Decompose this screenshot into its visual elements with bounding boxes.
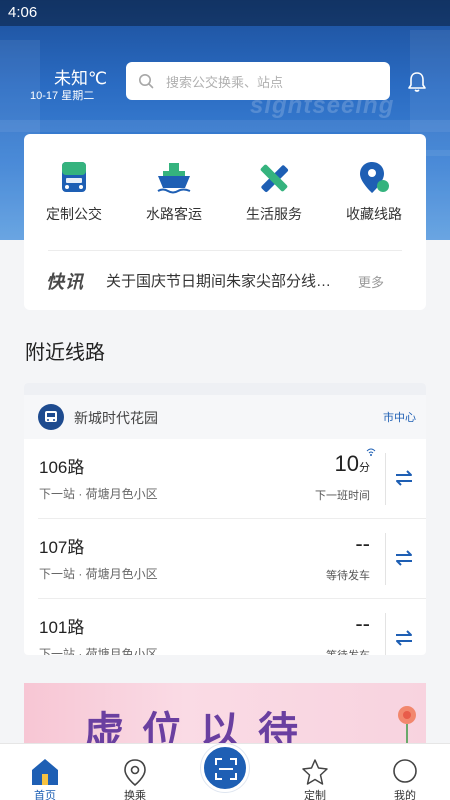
stop-name: 新城时代花园 <box>74 410 158 426</box>
tab-label: 首页 <box>34 790 56 800</box>
scan-button[interactable] <box>201 744 249 792</box>
swap-direction-icon[interactable] <box>394 467 414 489</box>
route-row[interactable]: 107路 下一站 · 荷塘月色小区 -- 等待发车 <box>24 519 426 599</box>
weather-temperature: 未知℃ <box>54 69 108 88</box>
route-arrival-unit: 分 <box>359 462 370 474</box>
route-status: 下一班时间 <box>315 490 370 502</box>
map-pin-icon <box>124 759 146 786</box>
nearby-routes-panel: 新城时代花园 市中心 106路 下一站 · 荷塘月色小区 10分 下一班时间 1… <box>24 383 426 655</box>
tab-transfer[interactable]: 换乘 <box>100 744 170 800</box>
card-divider <box>48 250 402 251</box>
stop-region: 市中心 <box>383 412 416 424</box>
quick-action-life-services[interactable]: 生活服务 <box>224 160 324 224</box>
quick-action-water-transport[interactable]: 水路客运 <box>124 160 224 224</box>
notification-bell-icon[interactable] <box>405 70 429 94</box>
status-bar: 4:06 <box>0 0 450 26</box>
news-badge: 快讯 <box>46 272 84 292</box>
route-row[interactable]: 106路 下一站 · 荷塘月色小区 10分 下一班时间 <box>24 439 426 519</box>
tab-custom[interactable]: 定制 <box>280 744 350 800</box>
quick-action-custom-bus[interactable]: 定制公交 <box>24 160 124 224</box>
tab-home[interactable]: 首页 <box>10 744 80 800</box>
route-arrival-value: -- <box>355 611 370 636</box>
route-arrival-value: 10 <box>334 451 359 476</box>
route-next-stop: 下一站 · 荷塘月色小区 <box>39 487 158 501</box>
route-arrival: -- <box>355 531 370 557</box>
quick-action-favorite-routes[interactable]: 收藏线路 <box>324 160 424 224</box>
nearby-routes-title: 附近线路 <box>25 342 105 364</box>
news-more-link[interactable]: 更多 <box>358 272 384 291</box>
route-name: 106路 <box>39 458 85 477</box>
home-icon <box>32 759 58 785</box>
quick-action-label: 生活服务 <box>246 206 302 222</box>
promo-banner[interactable]: 虚位以待 <box>24 683 426 743</box>
quick-action-label: 定制公交 <box>46 206 102 222</box>
tab-label: 定制 <box>304 790 326 800</box>
route-name: 107路 <box>39 538 85 557</box>
flower-icon <box>398 706 416 743</box>
tab-label: 我的 <box>394 790 416 800</box>
star-icon <box>302 759 328 785</box>
weather-date: 10-17 星期二 <box>30 90 95 102</box>
location-pin-icon <box>360 162 389 193</box>
swap-direction-icon[interactable] <box>394 627 414 649</box>
bus-icon <box>62 162 86 192</box>
route-arrival-value: -- <box>355 531 370 556</box>
bus-stop-icon <box>38 404 64 430</box>
route-row[interactable]: 101路 下一站 · 荷塘月色小区 -- 等待发车 <box>24 599 426 655</box>
search-placeholder: 搜索公交换乘、站点 <box>166 75 284 90</box>
user-icon <box>393 759 417 783</box>
search-icon <box>139 74 154 89</box>
route-next-stop: 下一站 · 荷塘月色小区 <box>39 647 158 655</box>
quick-actions-card: 定制公交 水路客运 生活服务 收藏线路 快讯 关于国庆节日期间朱家尖部分线路调整… <box>24 134 426 310</box>
banner-text: 虚位以待 <box>84 710 316 743</box>
route-name: 101路 <box>39 618 85 637</box>
status-time: 4:06 <box>8 4 38 21</box>
stop-header[interactable]: 新城时代花园 市中心 <box>24 395 426 439</box>
ship-icon <box>157 163 191 194</box>
search-input[interactable]: 搜索公交换乘、站点 <box>126 62 390 100</box>
route-status: 等待发车 <box>326 647 370 655</box>
route-arrival: -- <box>355 611 370 637</box>
swap-direction-icon[interactable] <box>394 547 414 569</box>
scan-icon <box>215 758 237 780</box>
news-headline[interactable]: 关于国庆节日期间朱家尖部分线路调整的公告 <box>106 270 340 291</box>
tools-icon <box>260 164 289 193</box>
tab-label: 换乘 <box>124 790 146 800</box>
route-arrival: 10分 <box>335 451 370 477</box>
quick-action-label: 水路客运 <box>146 206 202 222</box>
quick-action-label: 收藏线路 <box>346 206 402 222</box>
route-status: 等待发车 <box>326 570 370 582</box>
route-next-stop: 下一站 · 荷塘月色小区 <box>39 567 158 581</box>
tab-mine[interactable]: 我的 <box>370 744 440 800</box>
